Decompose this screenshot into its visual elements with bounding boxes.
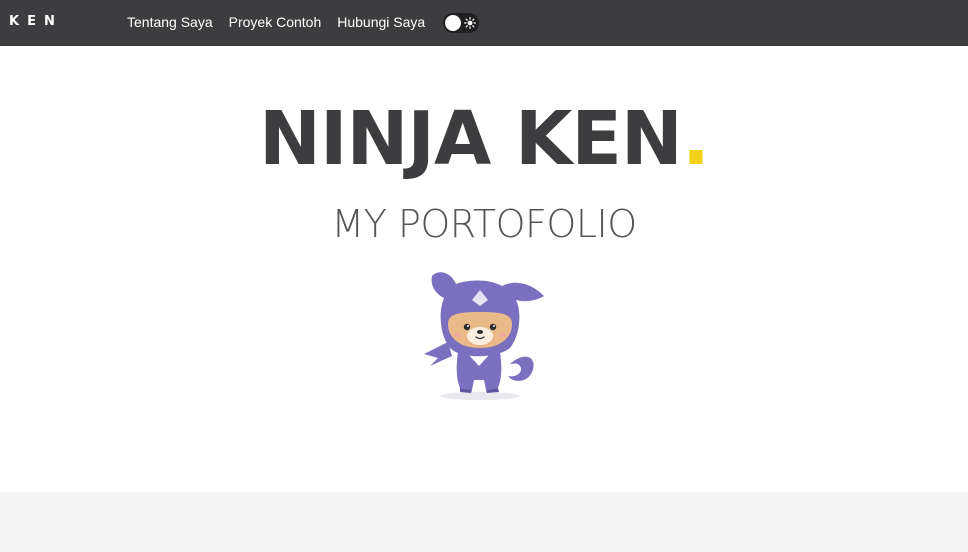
hero-title-text: NINJA KEN [259,96,683,182]
nav-link-proyek-contoh[interactable]: Proyek Contoh [229,14,322,30]
brand-logo[interactable]: KEN [9,14,63,29]
toggle-knob [445,15,461,31]
nav-link-hubungi-saya[interactable]: Hubungi Saya [337,14,425,30]
sun-icon [463,15,477,31]
footer-band [0,492,968,552]
title-accent-dot: . [681,96,710,182]
hero-title: NINJA KEN. [0,96,968,182]
nav-links: Tentang Saya Proyek Contoh Hubungi Saya [127,14,425,30]
navbar: KEN Tentang Saya Proyek Contoh Hubungi S… [0,0,968,46]
nav-link-tentang-saya[interactable]: Tentang Saya [127,14,213,30]
theme-toggle[interactable] [443,13,479,33]
ninja-dog-mascot [418,266,548,402]
hero-subtitle: MY PORTOFOLIO [331,202,637,246]
